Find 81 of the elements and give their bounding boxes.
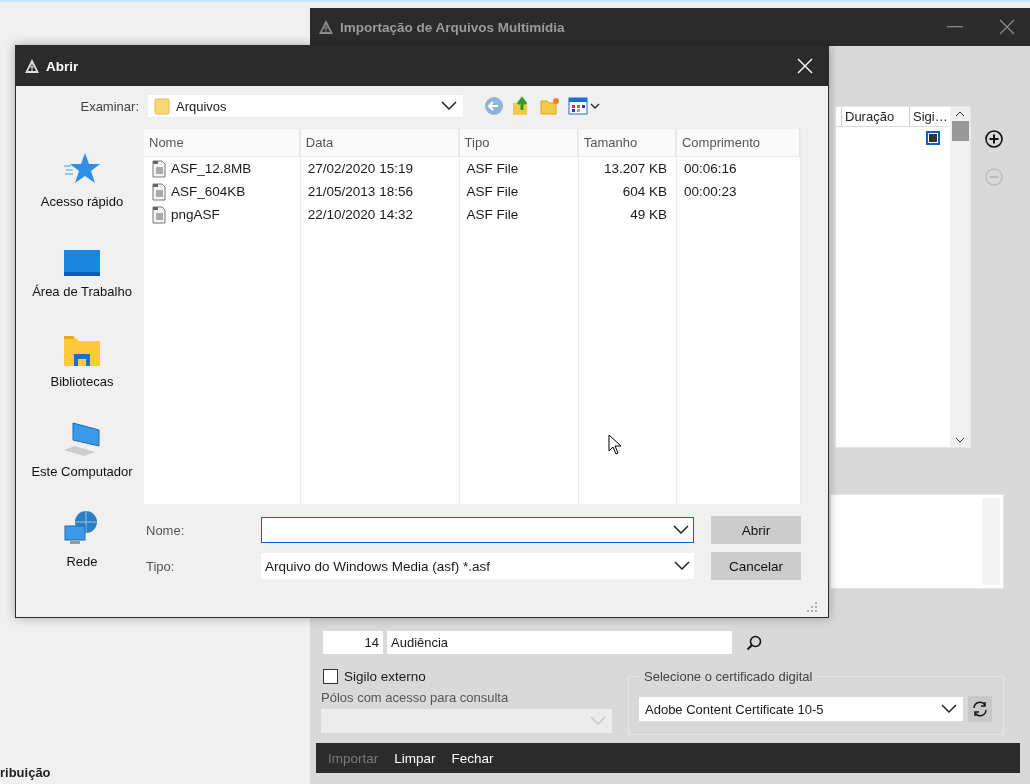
table-cell-text: ASF File [465, 183, 520, 201]
checkbox[interactable] [323, 669, 338, 684]
field-label: Tipo: [145, 558, 176, 574]
file-item[interactable]: ASF_604KB [144, 180, 300, 203]
field-label: Nome: [145, 522, 186, 538]
table-cell-text: 22/10/2020 14:32 [306, 206, 414, 224]
section-label: ribuição [0, 765, 51, 780]
place-item[interactable]: Este Computador [20, 399, 144, 489]
column-header[interactable]: Data [300, 129, 459, 157]
file-item[interactable]: ASF_12.8MB [144, 157, 300, 180]
column-header[interactable]: Tamanho [578, 129, 676, 157]
checkbox-label: Sigilo externo [344, 669, 426, 684]
column-header[interactable]: Tipo [459, 129, 578, 157]
open-button[interactable]: Abrir [711, 516, 801, 544]
search-icon [746, 634, 762, 651]
place-item[interactable]: Acesso rápido [20, 129, 144, 219]
table-cell-text: ASF File [465, 206, 520, 224]
table-cell-text: 604 KB [621, 183, 668, 201]
scroll-down-icon [955, 437, 965, 443]
field-label: Pólos com acesso para consulta [321, 690, 510, 705]
folder-icon [64, 336, 100, 366]
file-type-dropdown[interactable]: Arquivo do Windows Media (asf) *.asf [261, 553, 694, 579]
look-in-dropdown[interactable]: Arquivos [147, 94, 464, 118]
new-folder-button[interactable] [540, 97, 560, 115]
table-cell-text: 27/02/2020 15:19 [306, 160, 414, 178]
window-title: Importação de Arquivos Multimídia [340, 19, 566, 35]
plus-circle-icon [985, 130, 1003, 148]
column-header[interactable]: Duração [841, 107, 909, 126]
secrecy-checkbox[interactable] [926, 131, 940, 145]
scrollbar[interactable] [950, 107, 970, 447]
group-label: Selecione o certificado digital [643, 669, 814, 684]
category-name-field[interactable]: Audiência [387, 631, 732, 654]
column-header[interactable]: Nome [144, 129, 300, 157]
app-logo-icon [318, 19, 334, 35]
file-icon [151, 159, 167, 178]
category-code-field[interactable]: 14 [323, 631, 383, 654]
table-cell-text: 21/05/2013 18:56 [306, 183, 414, 201]
table-cell-text: 00:06:16 [682, 160, 738, 178]
cancel-button[interactable]: Cancelar [711, 552, 801, 580]
scroll-thumb[interactable] [951, 121, 969, 141]
file-name-field[interactable] [261, 517, 694, 543]
table-cell-text: 00:00:23 [682, 183, 738, 201]
action-button[interactable]: Fechar [443, 750, 502, 766]
close-icon [797, 58, 813, 74]
file-item[interactable]: pngASF [144, 203, 300, 226]
app-logo-icon [24, 58, 40, 74]
scroll-up-icon [955, 111, 965, 117]
star-icon [63, 152, 101, 186]
place-item[interactable]: Bibliotecas [20, 309, 144, 399]
place-item[interactable]: Rede [20, 489, 144, 579]
computer-icon [63, 422, 101, 456]
mouse-pointer-icon [608, 434, 624, 456]
field-label: Examinar: [79, 98, 139, 114]
view-grid-icon [568, 97, 600, 115]
new-folder-icon [540, 97, 560, 115]
minimize-icon [947, 26, 963, 28]
monitor-icon [64, 250, 100, 276]
file-icon [151, 182, 167, 201]
certificate-dropdown[interactable]: Adobe Content Certificate 10-5 [639, 697, 963, 721]
add-button[interactable] [985, 130, 1003, 148]
folder-icon [154, 97, 170, 115]
remove-button[interactable] [985, 168, 1003, 186]
place-item[interactable]: Área de Trabalho [20, 219, 144, 309]
refresh-button[interactable] [968, 696, 992, 722]
minus-circle-icon [985, 168, 1003, 186]
column-header[interactable]: Comprimento [676, 129, 800, 157]
notes-area[interactable] [830, 494, 1004, 589]
resize-grip-icon[interactable] [806, 601, 818, 613]
external-secrecy-checkbox[interactable]: Sigilo externo [321, 669, 613, 684]
view-menu-button[interactable] [568, 97, 600, 115]
action-button[interactable]: Limpar [386, 750, 444, 766]
file-icon [151, 205, 167, 224]
network-icon [64, 510, 100, 546]
close-icon [999, 19, 1015, 35]
table-cell-text: 13.207 KB [602, 160, 668, 178]
refresh-icon [972, 701, 988, 717]
table-cell-text: ASF File [465, 160, 520, 178]
search-button[interactable] [746, 634, 762, 651]
dialog-title: Abrir [46, 58, 80, 74]
back-button[interactable] [484, 96, 504, 116]
table-cell-text: 49 KB [629, 206, 668, 224]
